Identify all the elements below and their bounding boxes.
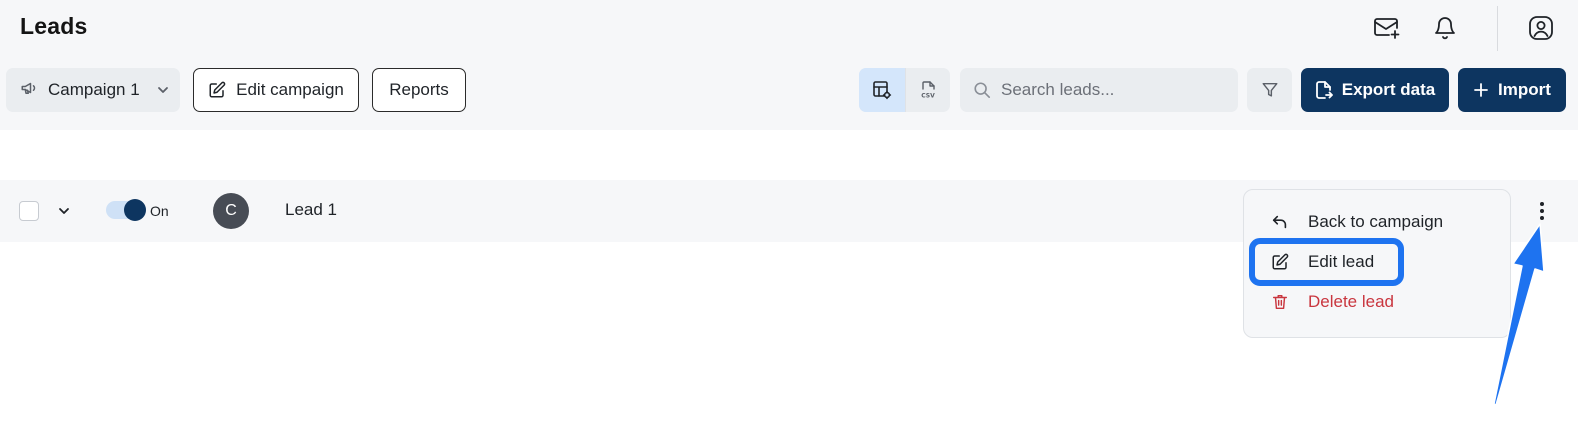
mail-plus-icon[interactable]	[1371, 12, 1403, 44]
csv-file-icon: CSV	[921, 81, 935, 100]
reports-button[interactable]: Reports	[372, 68, 466, 112]
more-vertical-icon	[1540, 202, 1544, 220]
row-checkbox[interactable]	[19, 201, 39, 221]
export-data-button[interactable]: Export data	[1301, 68, 1449, 112]
delete-lead-label: Delete lead	[1308, 292, 1395, 311]
campaign-selector-label: Campaign 1	[48, 80, 140, 99]
header-divider	[1497, 6, 1498, 51]
csv-view-button[interactable]: CSV	[904, 68, 951, 112]
lead-name: Lead 1	[285, 200, 337, 219]
search-icon	[973, 81, 991, 99]
plus-icon	[1473, 82, 1489, 98]
view-toggle: CSV	[859, 68, 950, 112]
search-input[interactable]	[1001, 80, 1221, 100]
import-button[interactable]: Import	[1458, 68, 1566, 112]
edit-campaign-button[interactable]: Edit campaign	[193, 68, 359, 112]
table-settings-icon	[872, 81, 891, 100]
bell-icon[interactable]	[1429, 12, 1461, 44]
back-to-campaign-label: Back to campaign	[1308, 212, 1444, 231]
search-box	[960, 68, 1238, 112]
edit-lead-menu-item[interactable]: Edit lead	[1271, 247, 1374, 277]
delete-lead-menu-item[interactable]: Delete lead	[1271, 287, 1394, 317]
megaphone-icon	[20, 79, 38, 102]
table-settings-view-button[interactable]	[859, 68, 905, 112]
user-circle-icon[interactable]	[1525, 12, 1557, 44]
import-label: Import	[1498, 80, 1551, 99]
pencil-square-icon	[1271, 253, 1291, 271]
back-to-campaign-menu-item[interactable]: Back to campaign	[1271, 207, 1443, 237]
page-title: Leads	[20, 13, 88, 39]
toggle-knob	[124, 199, 146, 221]
chevron-down-icon	[59, 208, 69, 214]
campaign-selector[interactable]: Campaign 1	[6, 68, 180, 112]
trash-icon	[1271, 293, 1291, 311]
expand-row-button[interactable]	[54, 201, 74, 221]
pencil-square-icon	[208, 81, 226, 99]
lead-status-label: On	[150, 203, 169, 219]
filter-button[interactable]	[1247, 68, 1292, 112]
avatar: C	[213, 193, 249, 229]
file-export-icon	[1315, 80, 1333, 100]
row-actions-button[interactable]	[1532, 199, 1552, 223]
svg-text:CSV: CSV	[921, 93, 935, 100]
edit-lead-label: Edit lead	[1308, 252, 1375, 271]
edit-campaign-label: Edit campaign	[236, 80, 344, 99]
undo-arrow-icon	[1271, 213, 1291, 231]
export-data-label: Export data	[1341, 80, 1436, 99]
chevron-down-icon	[156, 83, 170, 97]
lead-status-toggle[interactable]	[106, 199, 146, 221]
filter-icon	[1262, 82, 1277, 97]
